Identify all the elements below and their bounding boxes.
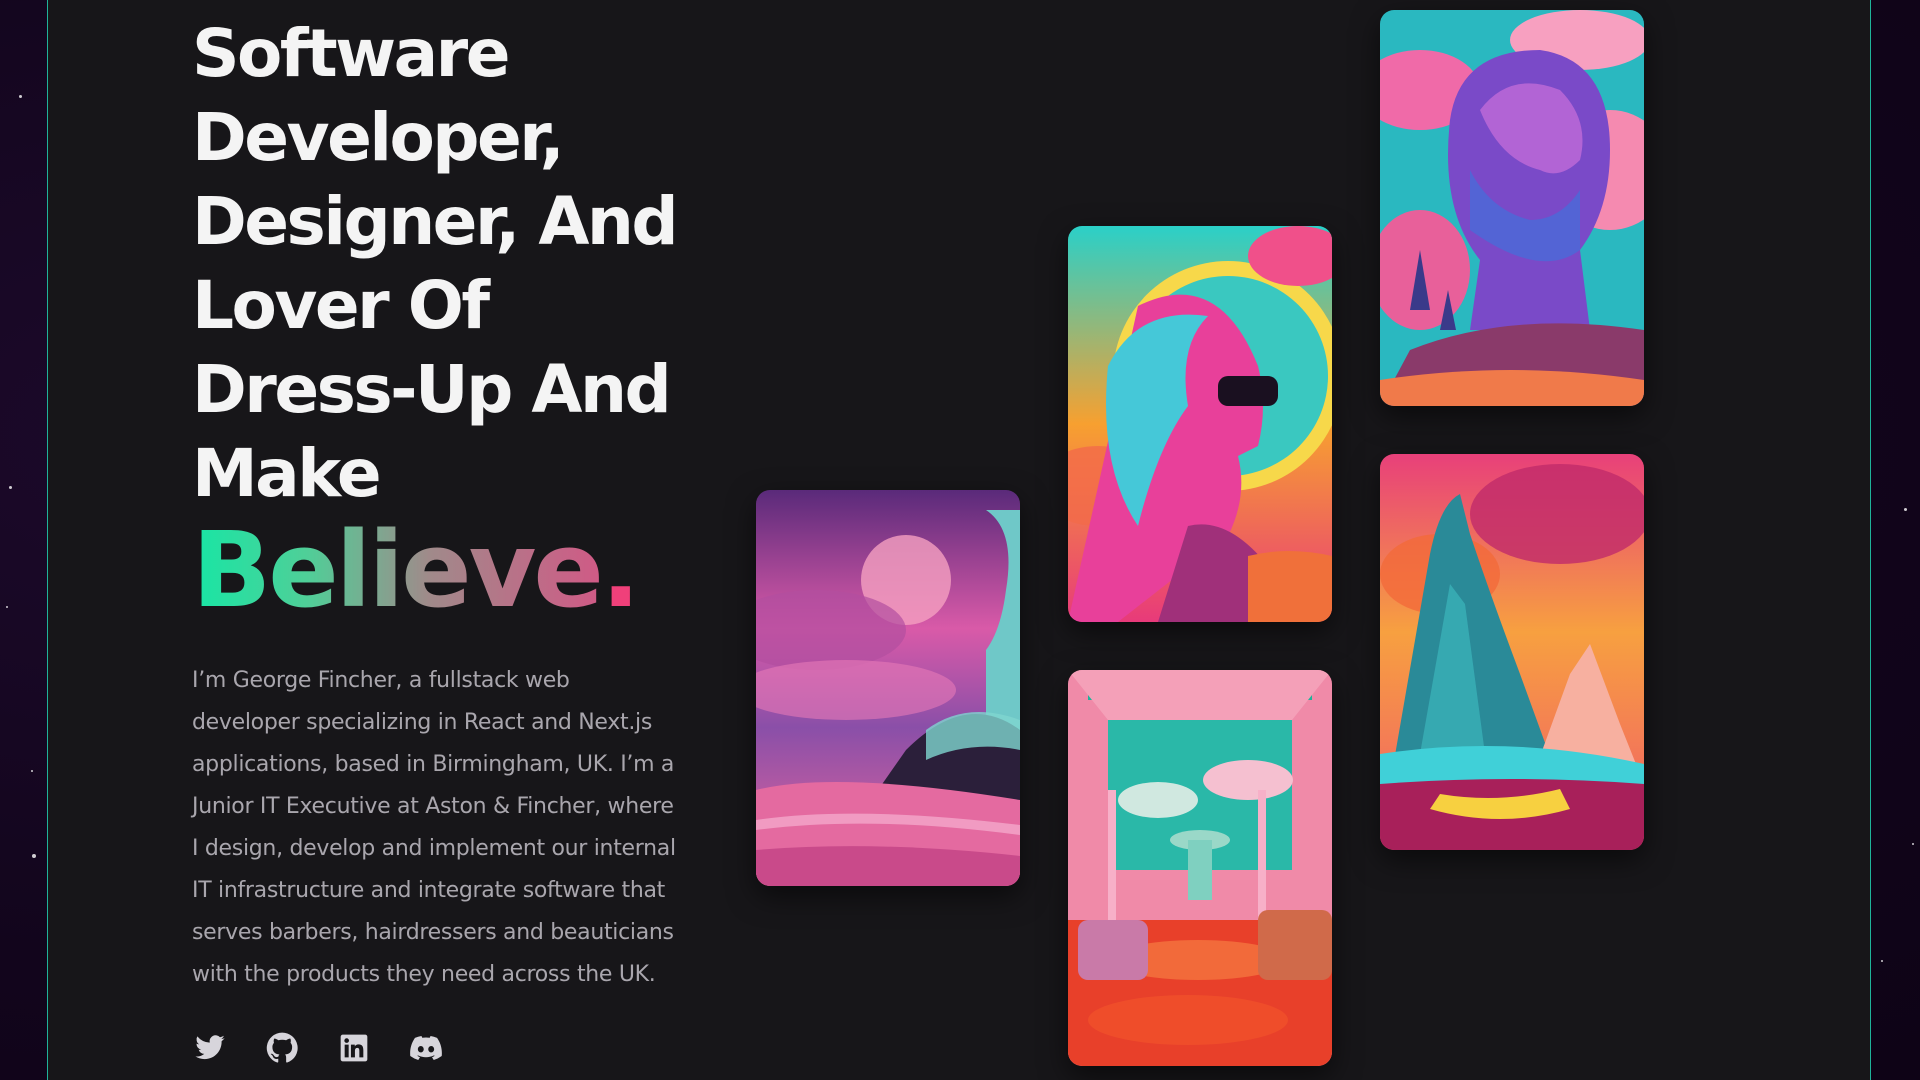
bio-line: I’m George Fincher, a fullstack web [192, 668, 570, 693]
linkedin-icon[interactable] [338, 1032, 370, 1064]
bio-line: with the products they need across the U… [192, 962, 656, 987]
artwork-head-cloud [1380, 10, 1644, 406]
hero-accent-heading: Believe. [192, 515, 640, 625]
bio-line: applications, based in Birmingham, UK. I… [192, 752, 675, 777]
twitter-icon[interactable] [194, 1032, 226, 1064]
headline-line: Dress-Up And [192, 351, 672, 428]
bio-line: developer specializing in React and Next… [192, 710, 652, 735]
headline-line: Developer, [192, 99, 565, 176]
github-icon[interactable] [266, 1032, 298, 1064]
bio-paragraph: I’m George Fincher, a fullstack web deve… [192, 660, 682, 996]
background-star [1881, 960, 1883, 962]
artwork-pink-room [1068, 670, 1332, 1066]
accent-punctuation: . [600, 509, 640, 631]
background-star [1904, 508, 1907, 511]
artwork-statue-seascape [756, 490, 1020, 886]
artwork-woman-sunglasses [1068, 226, 1332, 622]
background-star [19, 95, 22, 98]
social-links [194, 1030, 442, 1066]
background-star [1912, 843, 1914, 845]
background-star [32, 854, 36, 858]
bio-line: Junior IT Executive at Aston & Fincher, … [192, 794, 674, 819]
background-star [6, 606, 8, 608]
bio-line: IT infrastructure and integrate software… [192, 878, 665, 903]
artwork-mountain-landscape [1380, 454, 1644, 850]
hero-headline: Software Developer, Designer, And Lover … [192, 12, 712, 516]
headline-line: Make [192, 435, 382, 512]
headline-line: Software [192, 15, 510, 92]
background-star [31, 770, 33, 772]
accent-word: Believe [192, 509, 604, 631]
bio-line: I design, develop and implement our inte… [192, 836, 676, 861]
headline-line: Lover Of [192, 267, 490, 344]
discord-icon[interactable] [410, 1032, 442, 1064]
headline-line: Designer, And [192, 183, 679, 260]
bio-line: serves barbers, hairdressers and beautic… [192, 920, 674, 945]
background-star [9, 486, 12, 489]
